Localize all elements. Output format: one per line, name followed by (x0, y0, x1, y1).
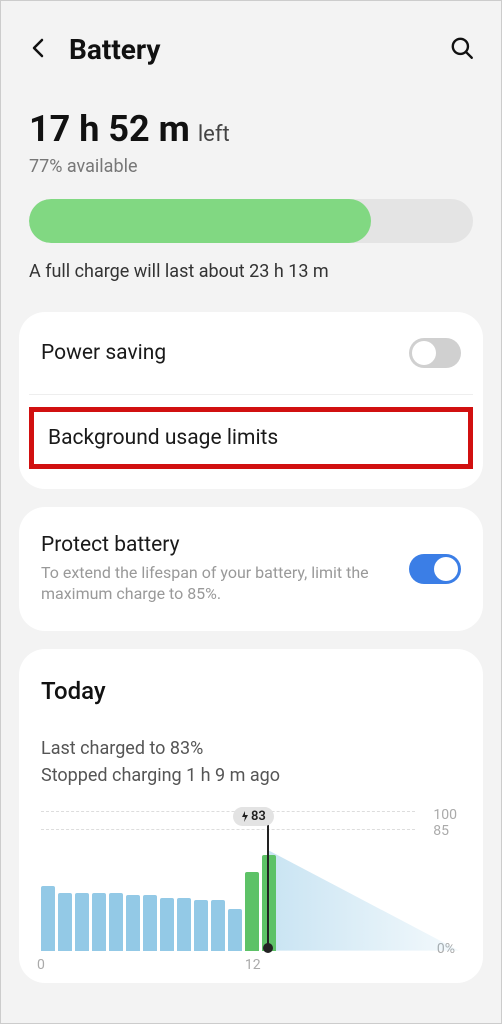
x-axis-labels: 0 12 (41, 957, 461, 973)
chart-bar (194, 900, 208, 951)
y-label-100: 100 (433, 807, 457, 823)
stopped-charging-text: Stopped charging 1 h 9 m ago (41, 762, 461, 789)
charge-badge-value: 83 (251, 809, 266, 824)
background-usage-limits-label: Background usage limits (48, 426, 278, 450)
protect-battery-desc: To extend the lifespan of your battery, … (41, 563, 371, 605)
percent-available: 77% available (29, 156, 473, 177)
full-charge-estimate: A full charge will last about 23 h 13 m (29, 261, 473, 282)
charge-badge: 83 (233, 807, 274, 826)
background-usage-limits-row[interactable]: Background usage limits (19, 395, 483, 489)
highlight-box: Background usage limits (29, 407, 473, 469)
chart-bar (211, 900, 225, 951)
y-label-85: 85 (433, 823, 449, 839)
header: Battery (19, 19, 483, 88)
power-saving-row[interactable]: Power saving (19, 312, 483, 394)
chart-bar (109, 893, 123, 951)
chart-bar (143, 895, 157, 950)
chart-bar (126, 895, 140, 950)
power-card: Power saving Background usage limits (19, 312, 483, 489)
back-icon[interactable] (27, 36, 51, 64)
x-label-0: 0 (37, 957, 45, 973)
chart-bar (177, 898, 191, 951)
search-icon[interactable] (449, 35, 475, 65)
chart-bar (245, 872, 259, 950)
chart-bar (41, 886, 55, 950)
today-title: Today (41, 677, 461, 705)
protect-battery-label: Protect battery (41, 533, 371, 557)
time-remaining: 17 h 52 m left (29, 108, 473, 150)
header-left: Battery (27, 33, 161, 66)
chart-bar (262, 855, 276, 950)
x-label-12: 12 (245, 957, 261, 973)
battery-progress-fill (29, 199, 371, 243)
battery-chart[interactable]: 83 100 85 0% (41, 811, 461, 951)
time-value: 17 h 52 m (29, 108, 190, 150)
chart-bar (75, 893, 89, 951)
page-title: Battery (69, 33, 161, 66)
chart-bar (58, 893, 72, 951)
last-charged-text: Last charged to 83% (41, 735, 461, 762)
toggle-knob (434, 557, 458, 581)
protect-battery-text: Protect battery To extend the lifespan o… (41, 533, 371, 605)
battery-summary: 17 h 52 m left 77% available A full char… (19, 88, 483, 312)
toggle-knob (412, 341, 436, 365)
chart-bar (228, 909, 242, 950)
current-time-line (267, 823, 269, 951)
projection-area (269, 851, 459, 951)
protect-battery-row[interactable]: Protect battery To extend the lifespan o… (19, 507, 483, 631)
today-card: Today Last charged to 83% Stopped chargi… (19, 649, 483, 983)
protect-battery-toggle[interactable] (409, 554, 461, 584)
power-saving-label: Power saving (41, 341, 166, 365)
chart-bar (92, 893, 106, 951)
power-saving-toggle[interactable] (409, 338, 461, 368)
battery-progress-track (29, 199, 473, 243)
time-suffix: left (198, 122, 230, 147)
chart-bar (160, 898, 174, 951)
today-info: Last charged to 83% Stopped charging 1 h… (41, 735, 461, 789)
protect-card: Protect battery To extend the lifespan o… (19, 507, 483, 631)
